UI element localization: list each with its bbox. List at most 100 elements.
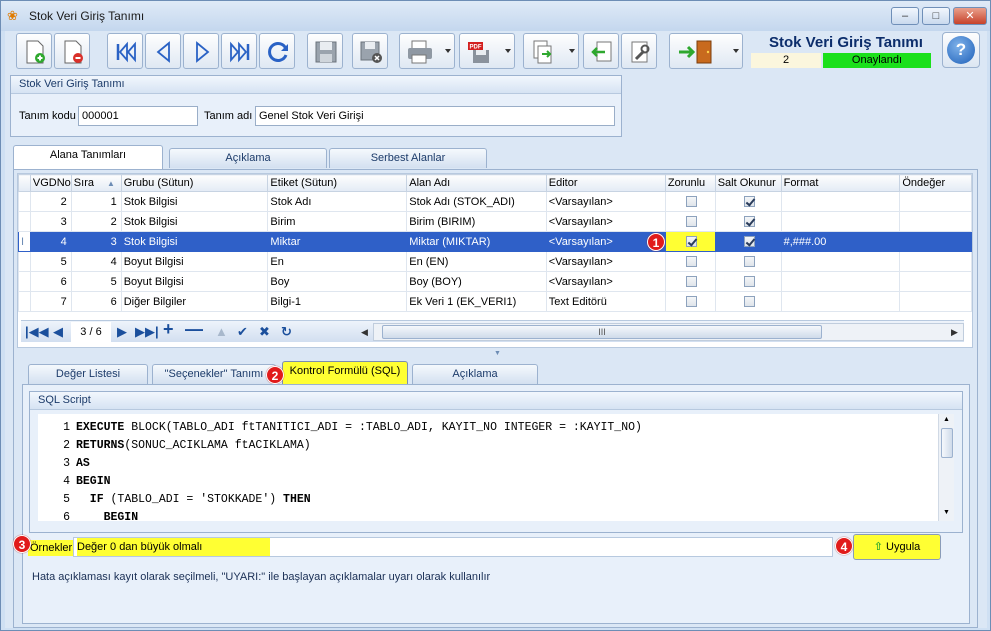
table-row[interactable]: 5 4 Boyut Bilgisi En En (EN) <Varsayılan> — [18, 251, 972, 272]
cell-zorunlu[interactable] — [664, 191, 716, 212]
tab-control-formula[interactable]: Kontrol Formülü (SQL) — [282, 361, 408, 385]
cell-sira[interactable]: 6 — [70, 291, 122, 312]
cell-editor[interactable]: <Varsayılan> — [545, 211, 666, 232]
cell-salt-okunur[interactable] — [714, 211, 782, 232]
cell-grubu[interactable]: Boyut Bilgisi — [120, 271, 269, 292]
prev-record-button[interactable] — [145, 33, 181, 69]
tab-description[interactable]: Açıklama — [169, 148, 327, 168]
cell-vgdno[interactable]: 2 — [29, 191, 72, 212]
salt-okunur-checkbox[interactable] — [743, 236, 755, 248]
pdf-dropdown-icon[interactable] — [505, 49, 511, 53]
cell-ondeger[interactable] — [899, 191, 972, 212]
exit-button[interactable] — [669, 33, 743, 69]
cell-format[interactable]: #,###.00 — [780, 231, 901, 252]
col-header-editor[interactable]: Editor — [545, 174, 666, 192]
table-row[interactable]: 2 1 Stok Bilgisi Stok Adı Stok Adı (STOK_ADI… — [18, 191, 972, 212]
cell-etiket[interactable]: Miktar — [267, 231, 408, 252]
cell-alan[interactable]: Ek Veri 1 (EK_VERI1) — [406, 291, 547, 312]
row-indicator[interactable]: I — [18, 231, 31, 252]
zorunlu-checkbox[interactable] — [685, 216, 697, 228]
cell-salt-okunur[interactable] — [714, 291, 782, 312]
tab-field-definitions[interactable]: Alana Tanımları — [13, 145, 163, 169]
col-header-alan[interactable]: Alan Adı — [406, 174, 547, 192]
print-button[interactable] — [399, 33, 455, 69]
nav-last-icon[interactable]: ▶▶| — [135, 324, 159, 340]
col-header-salt-okunur[interactable]: Salt Okunur — [714, 174, 782, 192]
cell-alan[interactable]: Stok Adı (STOK_ADI) — [406, 191, 547, 212]
horizontal-scroll-thumb[interactable]: III — [382, 325, 822, 339]
cell-zorunlu[interactable] — [664, 211, 716, 232]
export-dropdown-icon[interactable] — [569, 49, 575, 53]
next-record-button[interactable] — [183, 33, 219, 69]
cell-alan[interactable]: En (EN) — [406, 251, 547, 272]
col-header-grubu[interactable]: Grubu (Sütun) — [120, 174, 269, 192]
cell-etiket[interactable]: Stok Adı — [267, 191, 408, 212]
cancel-save-button[interactable] — [352, 33, 388, 69]
row-indicator[interactable] — [18, 291, 31, 312]
tools-button[interactable] — [621, 33, 657, 69]
cell-ondeger[interactable] — [899, 251, 972, 272]
sql-scroll-thumb[interactable] — [941, 428, 953, 458]
import-button[interactable] — [583, 33, 619, 69]
salt-okunur-checkbox[interactable] — [743, 216, 755, 228]
last-record-button[interactable] — [221, 33, 257, 69]
sql-editor[interactable]: 1 EXECUTE BLOCK(TABLO_ADI ftTANITICI_ADI … — [38, 414, 952, 521]
cell-alan[interactable]: Miktar (MIKTAR) — [406, 231, 547, 252]
cell-vgdno[interactable]: 7 — [29, 291, 72, 312]
maximize-button[interactable]: □ — [922, 7, 950, 25]
cell-zorunlu[interactable] — [664, 231, 716, 252]
cell-zorunlu[interactable] — [664, 271, 716, 292]
cell-grubu[interactable]: Stok Bilgisi — [120, 231, 269, 252]
sql-vertical-scrollbar[interactable]: ▲ ▼ — [938, 414, 954, 521]
exit-dropdown-icon[interactable] — [733, 49, 739, 53]
nav-first-icon[interactable]: |◀◀ — [25, 324, 49, 340]
cell-etiket[interactable]: En — [267, 251, 408, 272]
scroll-right-icon[interactable]: ▶ — [951, 324, 958, 340]
cell-vgdno[interactable]: 4 — [29, 231, 72, 252]
table-row[interactable]: I 4 3 Stok Bilgisi Miktar Miktar (MIKTAR) <Var… — [18, 231, 972, 252]
help-button[interactable]: ? — [942, 32, 980, 68]
table-row[interactable]: 6 5 Boyut Bilgisi Boy Boy (BOY) <Varsayılan> — [18, 271, 972, 292]
cell-grubu[interactable]: Stok Bilgisi — [120, 191, 269, 212]
nav-edit-icon[interactable]: ▲ — [215, 324, 228, 340]
pdf-button[interactable]: PDF — [459, 33, 515, 69]
cell-format[interactable] — [780, 191, 901, 212]
tab-value-list[interactable]: Değer Listesi — [28, 364, 148, 384]
cell-salt-okunur[interactable] — [714, 191, 782, 212]
row-indicator[interactable] — [18, 191, 31, 212]
zorunlu-checkbox[interactable] — [685, 296, 697, 308]
refresh-button[interactable] — [259, 33, 295, 69]
salt-okunur-checkbox[interactable] — [743, 296, 755, 308]
new-button[interactable] — [16, 33, 52, 69]
cell-editor[interactable]: Text Editörü — [545, 291, 666, 312]
tab-free-fields[interactable]: Serbest Alanlar — [329, 148, 487, 168]
col-header-vgdno[interactable]: VGDNo — [29, 174, 72, 192]
row-indicator[interactable] — [18, 211, 31, 232]
name-input[interactable]: Genel Stok Veri Girişi — [255, 106, 615, 126]
zorunlu-checkbox[interactable] — [685, 196, 697, 208]
scroll-down-icon[interactable]: ▼ — [943, 509, 950, 516]
zorunlu-checkbox[interactable] — [685, 236, 697, 248]
close-button[interactable]: ✕ — [953, 7, 987, 25]
cell-etiket[interactable]: Bilgi-1 — [267, 291, 408, 312]
export-button[interactable] — [523, 33, 579, 69]
row-indicator[interactable] — [18, 271, 31, 292]
nav-cancel-icon[interactable]: ✖ — [259, 324, 270, 340]
salt-okunur-checkbox[interactable] — [743, 276, 755, 288]
tab-description-2[interactable]: Açıklama — [412, 364, 538, 384]
cell-zorunlu[interactable] — [664, 291, 716, 312]
cell-editor[interactable]: <Varsayılan> — [545, 191, 666, 212]
table-row[interactable]: 3 2 Stok Bilgisi Birim Birim (BIRIM) <Varsayı… — [18, 211, 972, 232]
examples-input[interactable]: Değer 0 dan büyük olmalı — [73, 537, 833, 557]
cell-salt-okunur[interactable] — [714, 231, 782, 252]
salt-okunur-checkbox[interactable] — [743, 196, 755, 208]
nav-prev-icon[interactable]: ◀ — [53, 324, 63, 340]
scroll-up-icon[interactable]: ▲ — [943, 416, 950, 423]
col-header-ondeger[interactable]: Öndeğer — [899, 174, 972, 192]
cell-ondeger[interactable] — [899, 231, 972, 252]
minimize-button[interactable]: – — [891, 7, 919, 25]
table-row[interactable]: 7 6 Diğer Bilgiler Bilgi-1 Ek Veri 1 (EK_VER… — [18, 291, 972, 312]
cell-format[interactable] — [780, 291, 901, 312]
cell-sira[interactable]: 3 — [70, 231, 122, 252]
cell-editor[interactable]: <Varsayılan> — [545, 251, 666, 272]
